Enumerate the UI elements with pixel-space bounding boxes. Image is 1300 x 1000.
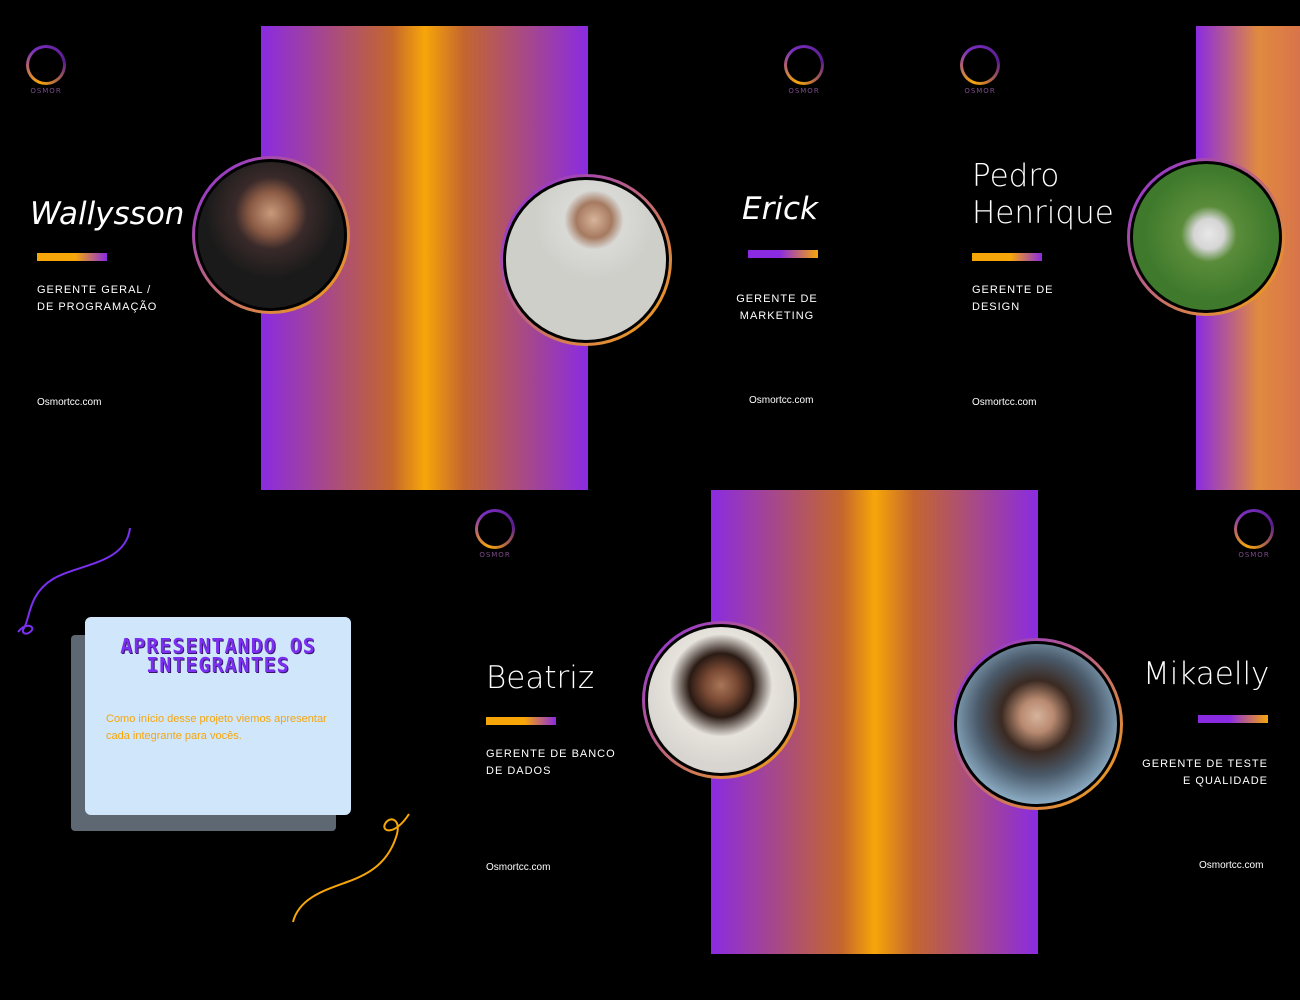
member-name: Pedro Henrique: [972, 158, 1114, 231]
member-role: GERENTE GERAL / DE PROGRAMAÇÃO: [37, 284, 158, 313]
member-name: Mikaelly: [1143, 656, 1270, 692]
member-role: GERENTE DE DESIGN: [972, 284, 1054, 313]
accent-bar: [972, 253, 1042, 261]
member-name: Erick: [742, 191, 818, 227]
site-link[interactable]: Osmortcc.com: [972, 397, 1036, 408]
person-photo: [951, 638, 1123, 810]
intro-description: Como início desse projeto viemos apresen…: [106, 713, 327, 742]
person-photo: [642, 621, 800, 779]
person-photo: [500, 174, 672, 346]
osmor-logo-icon: OSMOR: [473, 509, 517, 559]
accent-bar: [1198, 715, 1268, 723]
member-role: GERENTE DE BANCO DE DADOS: [486, 748, 616, 777]
member-role: GERENTE DE TESTE E QUALIDADE: [1142, 758, 1268, 787]
osmor-logo-icon: OSMOR: [958, 45, 1002, 95]
site-link[interactable]: Osmortcc.com: [749, 395, 813, 406]
intro-card: APRESENTANDO OS INTEGRANTES Como início …: [85, 617, 351, 815]
site-link[interactable]: Osmortcc.com: [37, 397, 101, 408]
accent-bar: [748, 250, 818, 258]
accent-bar: [486, 717, 556, 725]
person-photo: [1127, 158, 1285, 316]
osmor-logo-icon: OSMOR: [1232, 509, 1276, 559]
member-role: GERENTE DE MARKETING: [736, 293, 818, 322]
site-link[interactable]: Osmortcc.com: [1199, 860, 1263, 871]
member-name: Wallysson: [30, 196, 185, 232]
member-name: Beatriz: [486, 660, 595, 696]
osmor-logo-icon: OSMOR: [782, 45, 826, 95]
site-link[interactable]: Osmortcc.com: [486, 862, 550, 873]
osmor-logo-icon: OSMOR: [24, 45, 68, 95]
person-photo: [192, 156, 350, 314]
intro-title: APRESENTANDO OS INTEGRANTES: [120, 634, 316, 677]
accent-bar: [37, 253, 107, 261]
